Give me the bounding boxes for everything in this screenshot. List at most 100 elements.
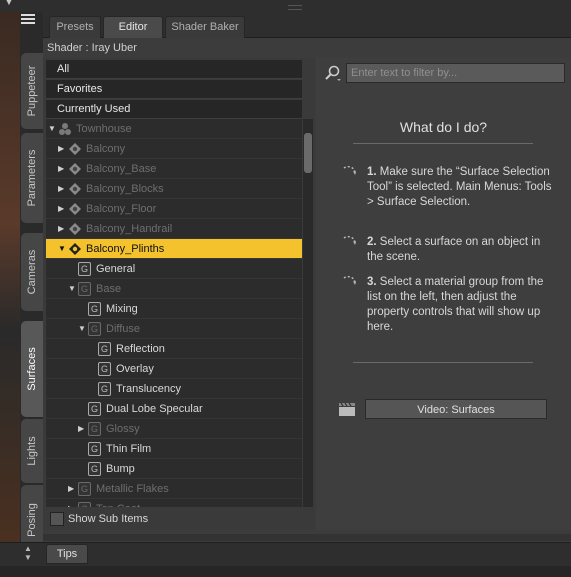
- pointer-icon: [343, 166, 356, 175]
- tree-row-label: General: [96, 263, 136, 275]
- tree-row[interactable]: ▶ G Top Coat: [46, 499, 302, 507]
- figure-icon: [59, 123, 71, 135]
- tree-row-label: Balcony_Blocks: [86, 183, 164, 195]
- tab-tips[interactable]: Tips: [46, 544, 88, 564]
- vtab-label: Lights: [26, 436, 38, 466]
- help-title: What do I do?: [399, 119, 488, 135]
- viewport-edge: [0, 12, 20, 542]
- tree-row-label: Balcony: [86, 143, 126, 155]
- tree-row[interactable]: ▶ Balcony_Base: [46, 159, 302, 179]
- tree-row[interactable]: G General: [46, 259, 302, 279]
- filter-favorites[interactable]: Favorites: [46, 80, 302, 99]
- help-step-2: 2. Select a surface on an object in the …: [367, 236, 541, 263]
- video-clapper-icon: [339, 402, 355, 416]
- expand-right-icon[interactable]: ▶: [68, 499, 74, 507]
- resize-grip[interactable]: [288, 5, 302, 10]
- filter-all[interactable]: All: [46, 60, 302, 79]
- search-box[interactable]: [346, 63, 565, 83]
- scroll-arrows-icon[interactable]: ▲ ▼: [24, 544, 32, 562]
- tree-row-label: Bump: [106, 463, 135, 475]
- surface-object-icon: [69, 243, 81, 255]
- tab-shader-baker[interactable]: Shader Baker: [165, 16, 245, 38]
- search-input[interactable]: [347, 64, 564, 82]
- property-group-icon: G: [78, 482, 91, 496]
- expand-right-icon[interactable]: ▶: [58, 179, 64, 199]
- vtab-label: Cameras: [26, 249, 38, 295]
- tree-row[interactable]: G Bump: [46, 459, 302, 479]
- tree-row[interactable]: ▶ G Glossy: [46, 419, 302, 439]
- scrollbar-thumb[interactable]: [304, 133, 312, 173]
- tree-scrollbar[interactable]: [303, 119, 313, 507]
- search-icon[interactable]: [323, 64, 343, 82]
- vtab-parameters[interactable]: Parameters: [20, 132, 43, 224]
- tree-row-label: Thin Film: [106, 443, 152, 455]
- tree-row-label: Dual Lobe Specular: [106, 403, 203, 415]
- property-group-icon: G: [88, 442, 101, 456]
- tab-bar: Presets Editor Shader Baker: [43, 12, 571, 38]
- tree-row[interactable]: G Overlay: [46, 359, 302, 379]
- show-sub-items-checkbox[interactable]: [50, 512, 64, 526]
- top-strip: ▼: [0, 0, 571, 12]
- vtab-label: Posing: [26, 503, 38, 537]
- expand-right-icon[interactable]: ▶: [58, 159, 64, 179]
- pointer-icon: [343, 236, 356, 245]
- expand-right-icon[interactable]: ▶: [58, 219, 64, 239]
- tree-row-label: Base: [96, 283, 122, 295]
- tree-row[interactable]: ▶ Balcony_Handrail: [46, 219, 302, 239]
- vtab-cameras[interactable]: Cameras: [20, 232, 43, 312]
- vtab-label: Parameters: [26, 149, 38, 207]
- tree-row[interactable]: ▶ G Metallic Flakes: [46, 479, 302, 499]
- tree-row-label: Diffuse: [106, 323, 141, 335]
- vtab-puppeteer[interactable]: Puppeteer: [20, 52, 43, 130]
- property-group-icon: G: [98, 342, 111, 356]
- divider: [353, 362, 533, 363]
- vtab-label: Puppeteer: [26, 65, 38, 117]
- expand-right-icon[interactable]: ▶: [68, 479, 74, 499]
- tree-row-label: Balcony_Base: [86, 163, 157, 175]
- tree-row[interactable]: ▶ Balcony: [46, 139, 302, 159]
- expand-down-icon[interactable]: ▼: [48, 119, 56, 139]
- tree-row-label: Balcony_Plinths: [86, 243, 165, 255]
- expand-down-icon[interactable]: ▼: [58, 239, 66, 259]
- surface-object-icon: [69, 163, 81, 175]
- panel-menu-icon[interactable]: [21, 14, 37, 28]
- tree-row-label: Balcony_Handrail: [86, 223, 173, 235]
- collapse-arrow-icon[interactable]: ▼: [4, 0, 14, 8]
- tree-row[interactable]: ▼ Balcony_Plinths: [46, 239, 302, 259]
- expand-right-icon[interactable]: ▶: [58, 139, 64, 159]
- tree-row[interactable]: ▼ G Diffuse: [46, 319, 302, 339]
- vtab-surfaces[interactable]: Surfaces: [20, 320, 43, 418]
- tab-presets[interactable]: Presets: [49, 16, 101, 38]
- property-group-icon: G: [78, 502, 91, 507]
- show-sub-items-label: Show Sub Items: [68, 513, 149, 525]
- property-group-icon: G: [88, 462, 101, 476]
- tree-row-label: Townhouse: [76, 123, 132, 135]
- property-group-icon: G: [88, 402, 101, 416]
- expand-down-icon[interactable]: ▼: [68, 279, 76, 299]
- panel-splitter[interactable]: [43, 534, 571, 541]
- tree-row[interactable]: ▼ Townhouse: [46, 119, 302, 139]
- vtab-lights[interactable]: Lights: [20, 418, 43, 484]
- tree-row[interactable]: G Translucency: [46, 379, 302, 399]
- tree-row[interactable]: G Reflection: [46, 339, 302, 359]
- tree-row-label: Mixing: [106, 303, 138, 315]
- tree-row[interactable]: G Thin Film: [46, 439, 302, 459]
- tree-row[interactable]: ▶ Balcony_Floor: [46, 199, 302, 219]
- vtab-label: Surfaces: [26, 347, 38, 391]
- surface-tree: ▼ Townhouse ▶ Balcony ▶ Balcony_Base ▶ Balcony_…: [46, 119, 302, 507]
- tab-editor[interactable]: Editor: [103, 16, 163, 38]
- tree-row[interactable]: G Dual Lobe Specular: [46, 399, 302, 419]
- tree-row[interactable]: ▶ Balcony_Blocks: [46, 179, 302, 199]
- tree-row-label: Balcony_Floor: [86, 203, 157, 215]
- tree-row-label: Translucency: [116, 383, 182, 395]
- video-surfaces-button[interactable]: Video: Surfaces: [365, 399, 547, 419]
- filter-currently-used[interactable]: Currently Used: [46, 100, 302, 119]
- divider: [353, 143, 533, 144]
- expand-right-icon[interactable]: ▶: [78, 419, 84, 439]
- tree-row[interactable]: G Mixing: [46, 299, 302, 319]
- expand-down-icon[interactable]: ▼: [78, 319, 86, 339]
- help-step-3: 3. Select a material group from the list…: [367, 276, 544, 333]
- expand-right-icon[interactable]: ▶: [58, 199, 64, 219]
- tree-row[interactable]: ▼ G Base: [46, 279, 302, 299]
- tree-row-label: Top Coat: [96, 499, 140, 507]
